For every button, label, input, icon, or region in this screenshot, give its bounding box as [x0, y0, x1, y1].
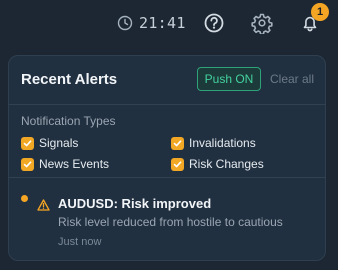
- option-label: Invalidations: [189, 136, 256, 150]
- checkbox-checked-icon[interactable]: [21, 136, 34, 150]
- notification-types-title: Notification Types: [21, 114, 116, 128]
- option-risk-changes[interactable]: Risk Changes: [171, 157, 264, 171]
- clock-icon: [117, 15, 133, 31]
- option-label: Risk Changes: [189, 157, 264, 171]
- warning-icon: [37, 198, 50, 211]
- clock: 21:41: [117, 13, 186, 33]
- clear-all-button[interactable]: Clear all: [270, 72, 314, 86]
- option-label: Signals: [39, 136, 79, 150]
- clock-time: 21:41: [139, 14, 186, 32]
- option-label: News Events: [39, 157, 110, 171]
- option-signals[interactable]: Signals: [21, 136, 78, 150]
- notification-count-badge: 1: [311, 3, 329, 21]
- alert-time: Just now: [58, 236, 102, 248]
- push-toggle-button[interactable]: Push ON: [197, 67, 261, 91]
- checkbox-checked-icon[interactable]: [171, 136, 184, 150]
- help-icon[interactable]: [203, 12, 225, 34]
- checkbox-checked-icon[interactable]: [21, 157, 34, 171]
- panel-header: Recent Alerts Push ON Clear all: [9, 56, 325, 105]
- alert-title: AUDUSD: Risk improved: [58, 196, 212, 211]
- panel-title: Recent Alerts: [21, 71, 118, 88]
- option-news-events[interactable]: News Events: [21, 157, 109, 171]
- gear-icon[interactable]: [251, 12, 273, 35]
- option-invalidations[interactable]: Invalidations: [171, 136, 256, 150]
- checkbox-checked-icon[interactable]: [171, 157, 184, 171]
- unread-dot: [21, 195, 28, 202]
- alert-item[interactable]: AUDUSD: Risk improved Risk level reduced…: [9, 178, 325, 260]
- top-bar: 21:41 1: [0, 0, 338, 48]
- alerts-panel: Recent Alerts Push ON Clear all Notifica…: [8, 55, 326, 261]
- notification-types: Notification Types Signals Invalidations…: [9, 105, 325, 178]
- alert-message: Risk level reduced from hostile to cauti…: [58, 215, 283, 229]
